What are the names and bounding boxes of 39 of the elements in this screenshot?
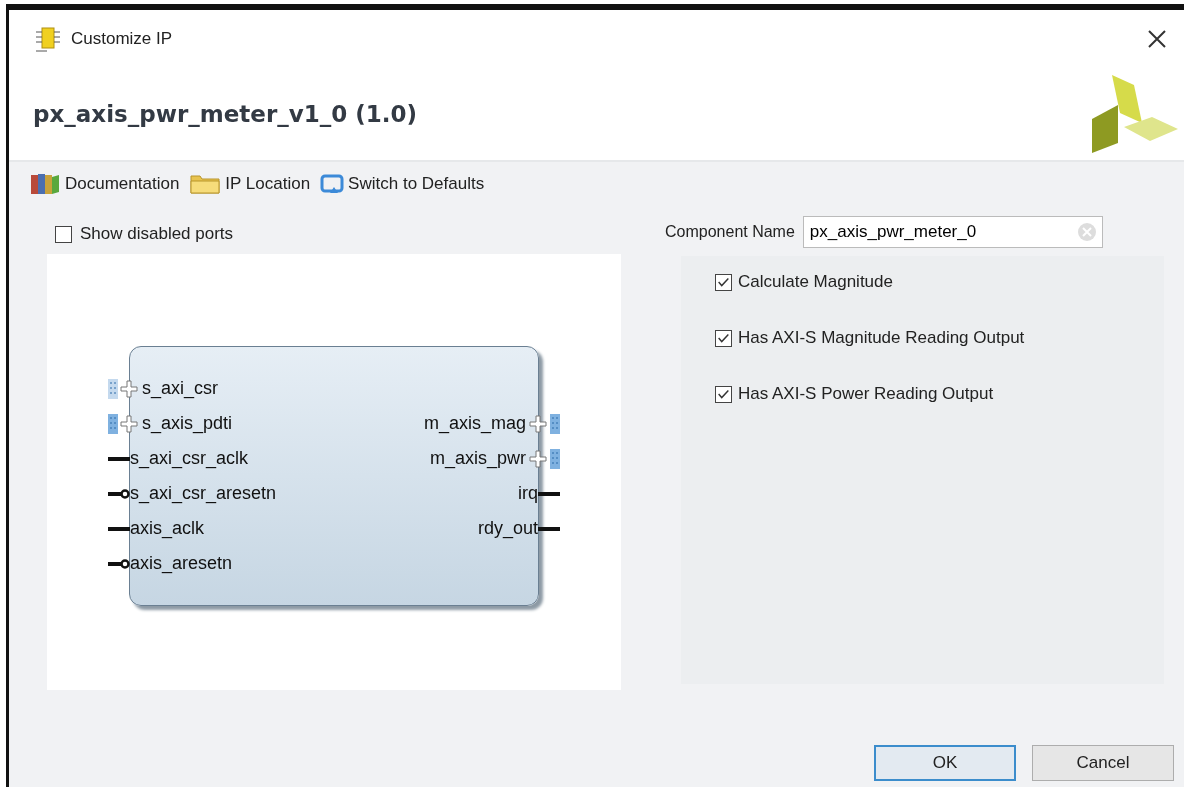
- dialog-button[interactable]: OK: [874, 745, 1016, 781]
- checkbox-label: Has AXI-S Power Reading Output: [738, 384, 994, 404]
- reset-pin-icon: [108, 557, 130, 570]
- port-label: s_axi_csr_aresetn: [130, 483, 277, 504]
- checkbox-label: Show disabled ports: [80, 224, 234, 244]
- port-label: s_axis_pdti: [142, 413, 233, 434]
- checkbox-label: Has AXI-S Magnitude Reading Output: [738, 328, 1025, 348]
- port-label: s_axi_csr_aclk: [130, 448, 249, 469]
- checkbox[interactable]: [715, 329, 732, 347]
- port-label: rdy_out: [477, 518, 538, 539]
- chip-icon: [33, 25, 63, 53]
- port-pin-icon: [108, 525, 130, 532]
- component-name-field[interactable]: px_axis_pwr_meter_0: [802, 216, 1103, 248]
- toolbar-button[interactable]: Documentation: [29, 172, 180, 196]
- port-label: m_axis_pwr: [429, 448, 526, 469]
- port-pin-icon: [538, 525, 560, 532]
- folder-icon: [189, 173, 222, 195]
- port-label: irq: [518, 483, 538, 504]
- logo-icon: [1090, 73, 1180, 155]
- port-pin-icon: [538, 490, 560, 497]
- port-label: m_axis_mag: [423, 413, 526, 434]
- ip-title: px_axis_pwr_meter_v1_0 (1.0): [33, 101, 418, 127]
- toolbar-button[interactable]: Switch to Defaults: [320, 173, 485, 195]
- checkbox[interactable]: [715, 385, 732, 403]
- close-icon[interactable]: [1146, 28, 1168, 50]
- checkbox[interactable]: [55, 225, 72, 243]
- checkbox-label: Calculate Magnitude: [738, 272, 893, 292]
- port-label: axis_aresetn: [130, 553, 233, 574]
- field-label: Component Name: [665, 223, 795, 241]
- port-label: axis_aclk: [130, 518, 205, 539]
- reset-pin-icon: [108, 487, 130, 500]
- dialog-button[interactable]: Cancel: [1032, 745, 1174, 781]
- books-icon: [29, 172, 61, 196]
- window-title: Customize IP: [71, 29, 174, 49]
- port-pin-icon: [108, 455, 130, 462]
- checkbox[interactable]: [715, 273, 732, 291]
- toolbar-button[interactable]: IP Location: [189, 173, 311, 195]
- port-label: s_axi_csr: [142, 378, 219, 399]
- refresh-icon: [320, 173, 345, 195]
